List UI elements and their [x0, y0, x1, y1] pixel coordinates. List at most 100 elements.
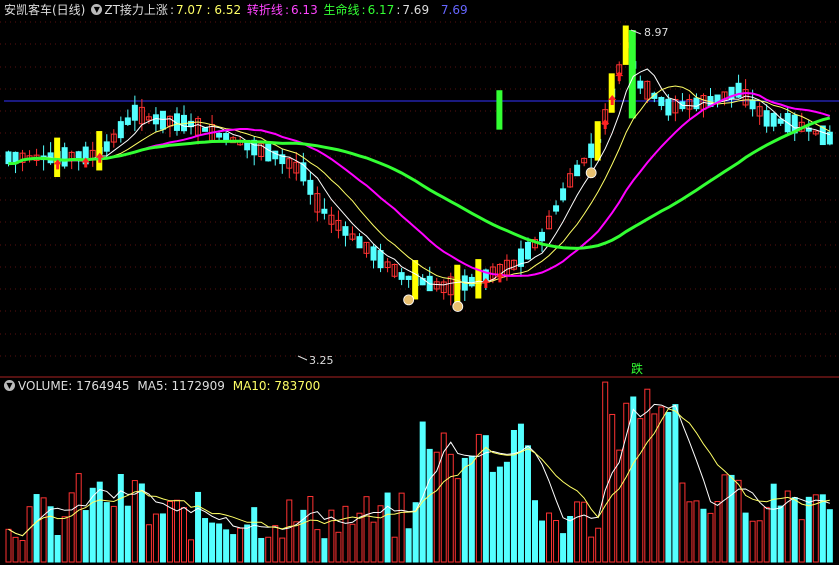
volume-bar — [216, 523, 223, 563]
candle-body — [658, 96, 665, 106]
candle-body — [398, 272, 405, 280]
grid-lines — [0, 21, 839, 357]
volume-bar — [517, 423, 524, 563]
high-price-label: 8.97 — [644, 26, 669, 39]
candle-body — [117, 121, 124, 139]
volume-bar — [117, 474, 124, 563]
kline-chart[interactable]: 8.97 3.25 跌 — [0, 0, 839, 565]
volume-bar — [553, 520, 560, 563]
volume-bar — [349, 523, 356, 563]
volume-bar — [433, 451, 440, 563]
volume-bar — [265, 536, 272, 563]
volume-bar — [258, 537, 265, 563]
candle-body — [342, 226, 349, 236]
candle-body — [216, 132, 223, 138]
volume-bar — [384, 492, 391, 563]
volume-bar — [209, 522, 216, 563]
candle-body — [553, 205, 560, 212]
candle-body — [693, 97, 700, 110]
volume-bar — [335, 531, 342, 563]
volume-bar — [665, 411, 672, 563]
volume-bar — [749, 520, 756, 563]
volume-bar — [370, 521, 377, 563]
volume-bar — [251, 507, 258, 563]
zt-big-candle — [496, 90, 503, 130]
candle-body — [265, 143, 272, 162]
candle-body — [61, 147, 68, 167]
low-price-label: 3.25 — [309, 354, 334, 367]
zt-candle — [608, 73, 615, 113]
volume-bar — [588, 536, 595, 563]
volume-bar — [223, 529, 230, 563]
zt-candle — [475, 259, 482, 299]
volume-bar — [616, 449, 623, 563]
volume-bar — [777, 505, 784, 563]
volume-bar — [54, 535, 61, 563]
candle-body — [124, 117, 131, 125]
volume-bar — [447, 453, 454, 563]
candles — [5, 25, 833, 306]
zt-candle — [96, 131, 103, 171]
volume-bar — [595, 527, 602, 563]
volume-bar — [539, 520, 546, 563]
volume-bar — [152, 513, 159, 563]
volume-bar — [188, 539, 195, 563]
volume-bar — [342, 505, 349, 563]
volume-bar — [791, 497, 798, 563]
volume-bar — [286, 499, 293, 563]
volume-bar — [581, 501, 588, 563]
volume-bar — [672, 404, 679, 563]
volume-bar — [700, 508, 707, 563]
volume-bar — [714, 501, 721, 563]
zt-candle — [594, 121, 601, 161]
volume-bar — [532, 500, 538, 563]
signal-label: 跌 — [631, 361, 643, 376]
volume-bar — [805, 496, 812, 563]
volume-bar — [195, 491, 202, 563]
candle-body — [202, 127, 209, 132]
volume-bar — [644, 388, 651, 563]
zt-candle — [54, 137, 61, 178]
volume-bar — [503, 461, 510, 563]
volume-bar — [637, 418, 644, 563]
candle-body — [560, 188, 567, 201]
money-bag-icon — [585, 167, 597, 179]
volume-bar — [230, 534, 237, 563]
volume-bar — [173, 499, 180, 563]
candle-body — [405, 275, 412, 281]
candle-body — [749, 99, 756, 110]
candle-body — [763, 110, 770, 127]
volume-bar — [489, 471, 496, 563]
volume-bar — [103, 502, 110, 563]
volume-bar — [405, 528, 412, 563]
volume-bar — [307, 496, 314, 563]
volume-ma5-line — [8, 403, 830, 537]
volume-bar — [735, 479, 742, 563]
volume-bar — [47, 506, 54, 563]
volume-bar — [75, 473, 82, 563]
volume-bar — [68, 492, 75, 563]
volume-bar — [546, 512, 553, 563]
volume-bar — [770, 483, 777, 563]
volume-bar — [26, 506, 33, 563]
volume-bar — [454, 478, 461, 563]
candle-body — [637, 80, 644, 89]
volume-bar — [12, 536, 19, 563]
volume-bar — [377, 505, 384, 563]
volume-bar — [96, 481, 103, 563]
volume-bar — [707, 512, 714, 563]
volume-bar — [574, 501, 581, 563]
volume-bar — [314, 529, 321, 563]
volume-bar — [756, 520, 763, 563]
volume-bar — [181, 507, 187, 563]
volume-bar — [826, 509, 833, 563]
volume-bar — [602, 381, 609, 563]
volume-bar — [40, 497, 47, 563]
volume-bar — [798, 519, 805, 563]
volume-bar — [567, 516, 574, 563]
candle-body — [539, 231, 546, 242]
volume-ma10-line — [8, 408, 830, 537]
volume-bar — [244, 524, 251, 563]
volume-bars — [5, 381, 833, 563]
volume-bar — [138, 483, 145, 563]
